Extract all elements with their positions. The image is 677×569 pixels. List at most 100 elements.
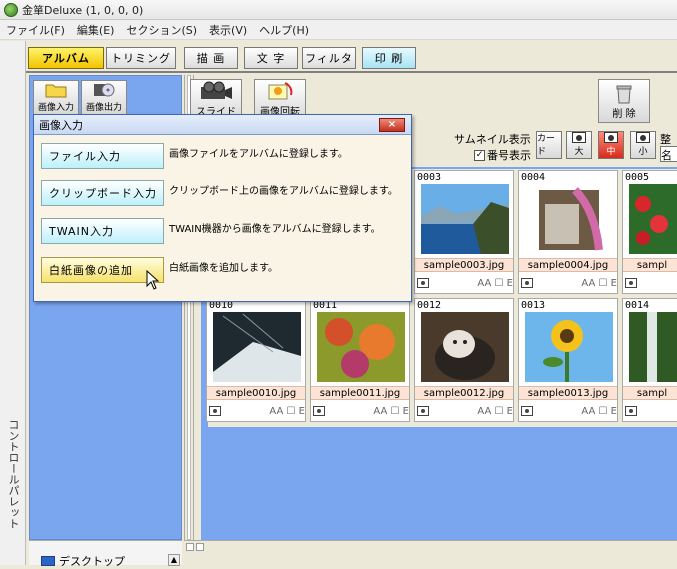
- card-view-button[interactable]: カード: [536, 131, 562, 159]
- thumbnail-card[interactable]: 0003 sample0003.jpg AA ☐ E: [414, 170, 514, 294]
- trash-icon: [616, 85, 632, 104]
- app-icon: [4, 2, 18, 17]
- card-number: 0003: [417, 172, 442, 183]
- tab-album[interactable]: アルバム: [28, 47, 104, 69]
- mode-tabs: アルバム トリミング 描 画 文 字 フィルタ 印 刷: [26, 41, 677, 73]
- tab-draw[interactable]: 描 画: [184, 47, 238, 69]
- person-icon: [604, 132, 618, 143]
- thumbnail-card[interactable]: 0012 sample0012.jpg AA ☐ E: [414, 298, 514, 422]
- card-footer: AA ☐ E: [521, 404, 617, 418]
- number-display-label: 番号表示: [487, 149, 531, 162]
- thumbnail-view-label: サムネイル表示: [454, 133, 531, 146]
- menu-file[interactable]: ファイル(F): [0, 22, 71, 38]
- card-footer: AA ☐ E: [521, 276, 617, 290]
- card-number: 0014: [625, 300, 650, 311]
- card-filename: sample0012.jpg: [415, 386, 513, 400]
- card-filename: sampl: [623, 258, 677, 272]
- thumbnail-card[interactable]: 0004 sample0004.jpg AA ☐ E: [518, 170, 618, 294]
- control-palette-label: コントロールパレット: [7, 419, 20, 529]
- tab-text[interactable]: 文 字: [244, 47, 298, 69]
- image-input-dialog: 画像入力 × ファイル入力 画像ファイルをアルバムに登録します。 クリップボード…: [33, 114, 412, 302]
- menu-bar: ファイル(F) 編集(E) セクション(S) 表示(V) ヘルプ(H): [0, 20, 677, 40]
- card-foot-text: AA ☐ E: [581, 277, 617, 289]
- thumbnail-card[interactable]: 0005 sampl: [622, 170, 677, 294]
- camera-icon: [521, 406, 533, 416]
- card-filename: sample0010.jpg: [207, 386, 305, 400]
- menu-section[interactable]: セクション(S): [120, 22, 203, 38]
- photo-thumbnail: [421, 312, 509, 382]
- number-display-checkbox[interactable]: ✓ 番号表示: [474, 147, 531, 163]
- camera-icon: [209, 406, 221, 416]
- tab-print[interactable]: 印 刷: [362, 47, 416, 69]
- card-foot-text: AA ☐ E: [581, 405, 617, 417]
- clipboard-input-button[interactable]: クリップボード入力: [41, 180, 164, 206]
- delete-label: 削 除: [612, 109, 636, 120]
- camera-icon: [313, 406, 325, 416]
- window-title: 金箪Deluxe (1, 0, 0, 0): [22, 3, 144, 17]
- thumbnail-card[interactable]: 0014 sampl: [622, 298, 677, 422]
- clipboard-input-desc: クリップボード上の画像をアルバムに登録します。: [169, 186, 398, 197]
- splitter-handle[interactable]: [186, 543, 194, 551]
- folder-tree: デスクトップ ▲: [29, 540, 182, 568]
- twain-input-button[interactable]: TWAIN入力: [41, 218, 164, 244]
- thumbnail-card[interactable]: 0011 sample0011.jpg AA ☐ E: [310, 298, 410, 422]
- card-filename: sample0004.jpg: [519, 258, 617, 272]
- photo-thumbnail: [317, 312, 405, 382]
- camera-icon: [521, 278, 533, 288]
- image-input-button[interactable]: 画像入力: [33, 80, 79, 116]
- tree-item-desktop[interactable]: デスクトップ: [41, 553, 125, 569]
- projector-icon: [201, 81, 232, 99]
- menu-view[interactable]: 表示(V): [203, 22, 253, 38]
- card-filename: sampl: [623, 386, 677, 400]
- arrange-label: 整: [660, 133, 671, 146]
- card-foot-text: AA ☐ E: [373, 405, 409, 417]
- add-blank-image-desc: 白紙画像を追加します。: [169, 263, 278, 274]
- card-number: 0013: [521, 300, 546, 311]
- card-footer: AA ☐ E: [313, 404, 409, 418]
- card-footer: AA ☐ E: [209, 404, 305, 418]
- splitter-handle[interactable]: [196, 543, 204, 551]
- image-input-label: 画像入力: [37, 103, 74, 113]
- file-input-desc: 画像ファイルをアルバムに登録します。: [169, 149, 348, 160]
- control-palette-strip[interactable]: コントロールパレット: [0, 41, 26, 565]
- mouse-cursor-icon: [146, 270, 160, 290]
- image-output-label: 画像出力: [85, 103, 122, 113]
- card-footer: AA ☐ E: [417, 404, 513, 418]
- camera-icon: [417, 278, 429, 288]
- sort-select[interactable]: 名: [660, 146, 677, 162]
- close-button[interactable]: ×: [379, 118, 405, 132]
- card-filename: sample0003.jpg: [415, 258, 513, 272]
- tree-item-label: デスクトップ: [59, 555, 125, 568]
- medium-view-button[interactable]: 中: [598, 131, 624, 159]
- card-foot-text: AA ☐ E: [269, 405, 305, 417]
- card-number: 0005: [625, 172, 650, 183]
- menu-help[interactable]: ヘルプ(H): [253, 22, 315, 38]
- photo-thumbnail: [525, 184, 613, 254]
- photo-thumbnail: [421, 184, 509, 254]
- person-icon: [636, 132, 650, 143]
- delete-button[interactable]: 削 除: [598, 79, 650, 123]
- large-view-button[interactable]: 大: [566, 131, 592, 159]
- camera-icon: [417, 406, 429, 416]
- card-number: 0004: [521, 172, 546, 183]
- scroll-up-button[interactable]: ▲: [168, 554, 180, 566]
- photo-thumbnail: [213, 312, 301, 382]
- card-foot-text: AA ☐ E: [477, 277, 513, 289]
- checkbox[interactable]: ✓: [474, 149, 485, 161]
- thumbnail-card[interactable]: 0013 sample0013.jpg AA ☐ E: [518, 298, 618, 422]
- small-view-button[interactable]: 小: [630, 131, 656, 159]
- person-icon: [572, 132, 586, 143]
- thumbnail-card[interactable]: 0010 sample0010.jpg AA ☐ E: [206, 298, 306, 422]
- image-output-button[interactable]: 画像出力: [81, 80, 127, 116]
- menu-edit[interactable]: 編集(E): [71, 22, 121, 38]
- small-label: 小: [638, 147, 648, 157]
- twain-input-desc: TWAIN機器から画像をアルバムに登録します。: [169, 224, 381, 235]
- file-input-button[interactable]: ファイル入力: [41, 143, 164, 169]
- card-number: 0012: [417, 300, 442, 311]
- tab-trimming[interactable]: トリミング: [106, 47, 176, 69]
- photo-thumbnail: [629, 312, 677, 382]
- large-label: 大: [574, 147, 584, 157]
- folder-icon: [45, 84, 67, 98]
- tab-filter[interactable]: フィルタ: [302, 47, 356, 69]
- camera-icon: [625, 278, 637, 288]
